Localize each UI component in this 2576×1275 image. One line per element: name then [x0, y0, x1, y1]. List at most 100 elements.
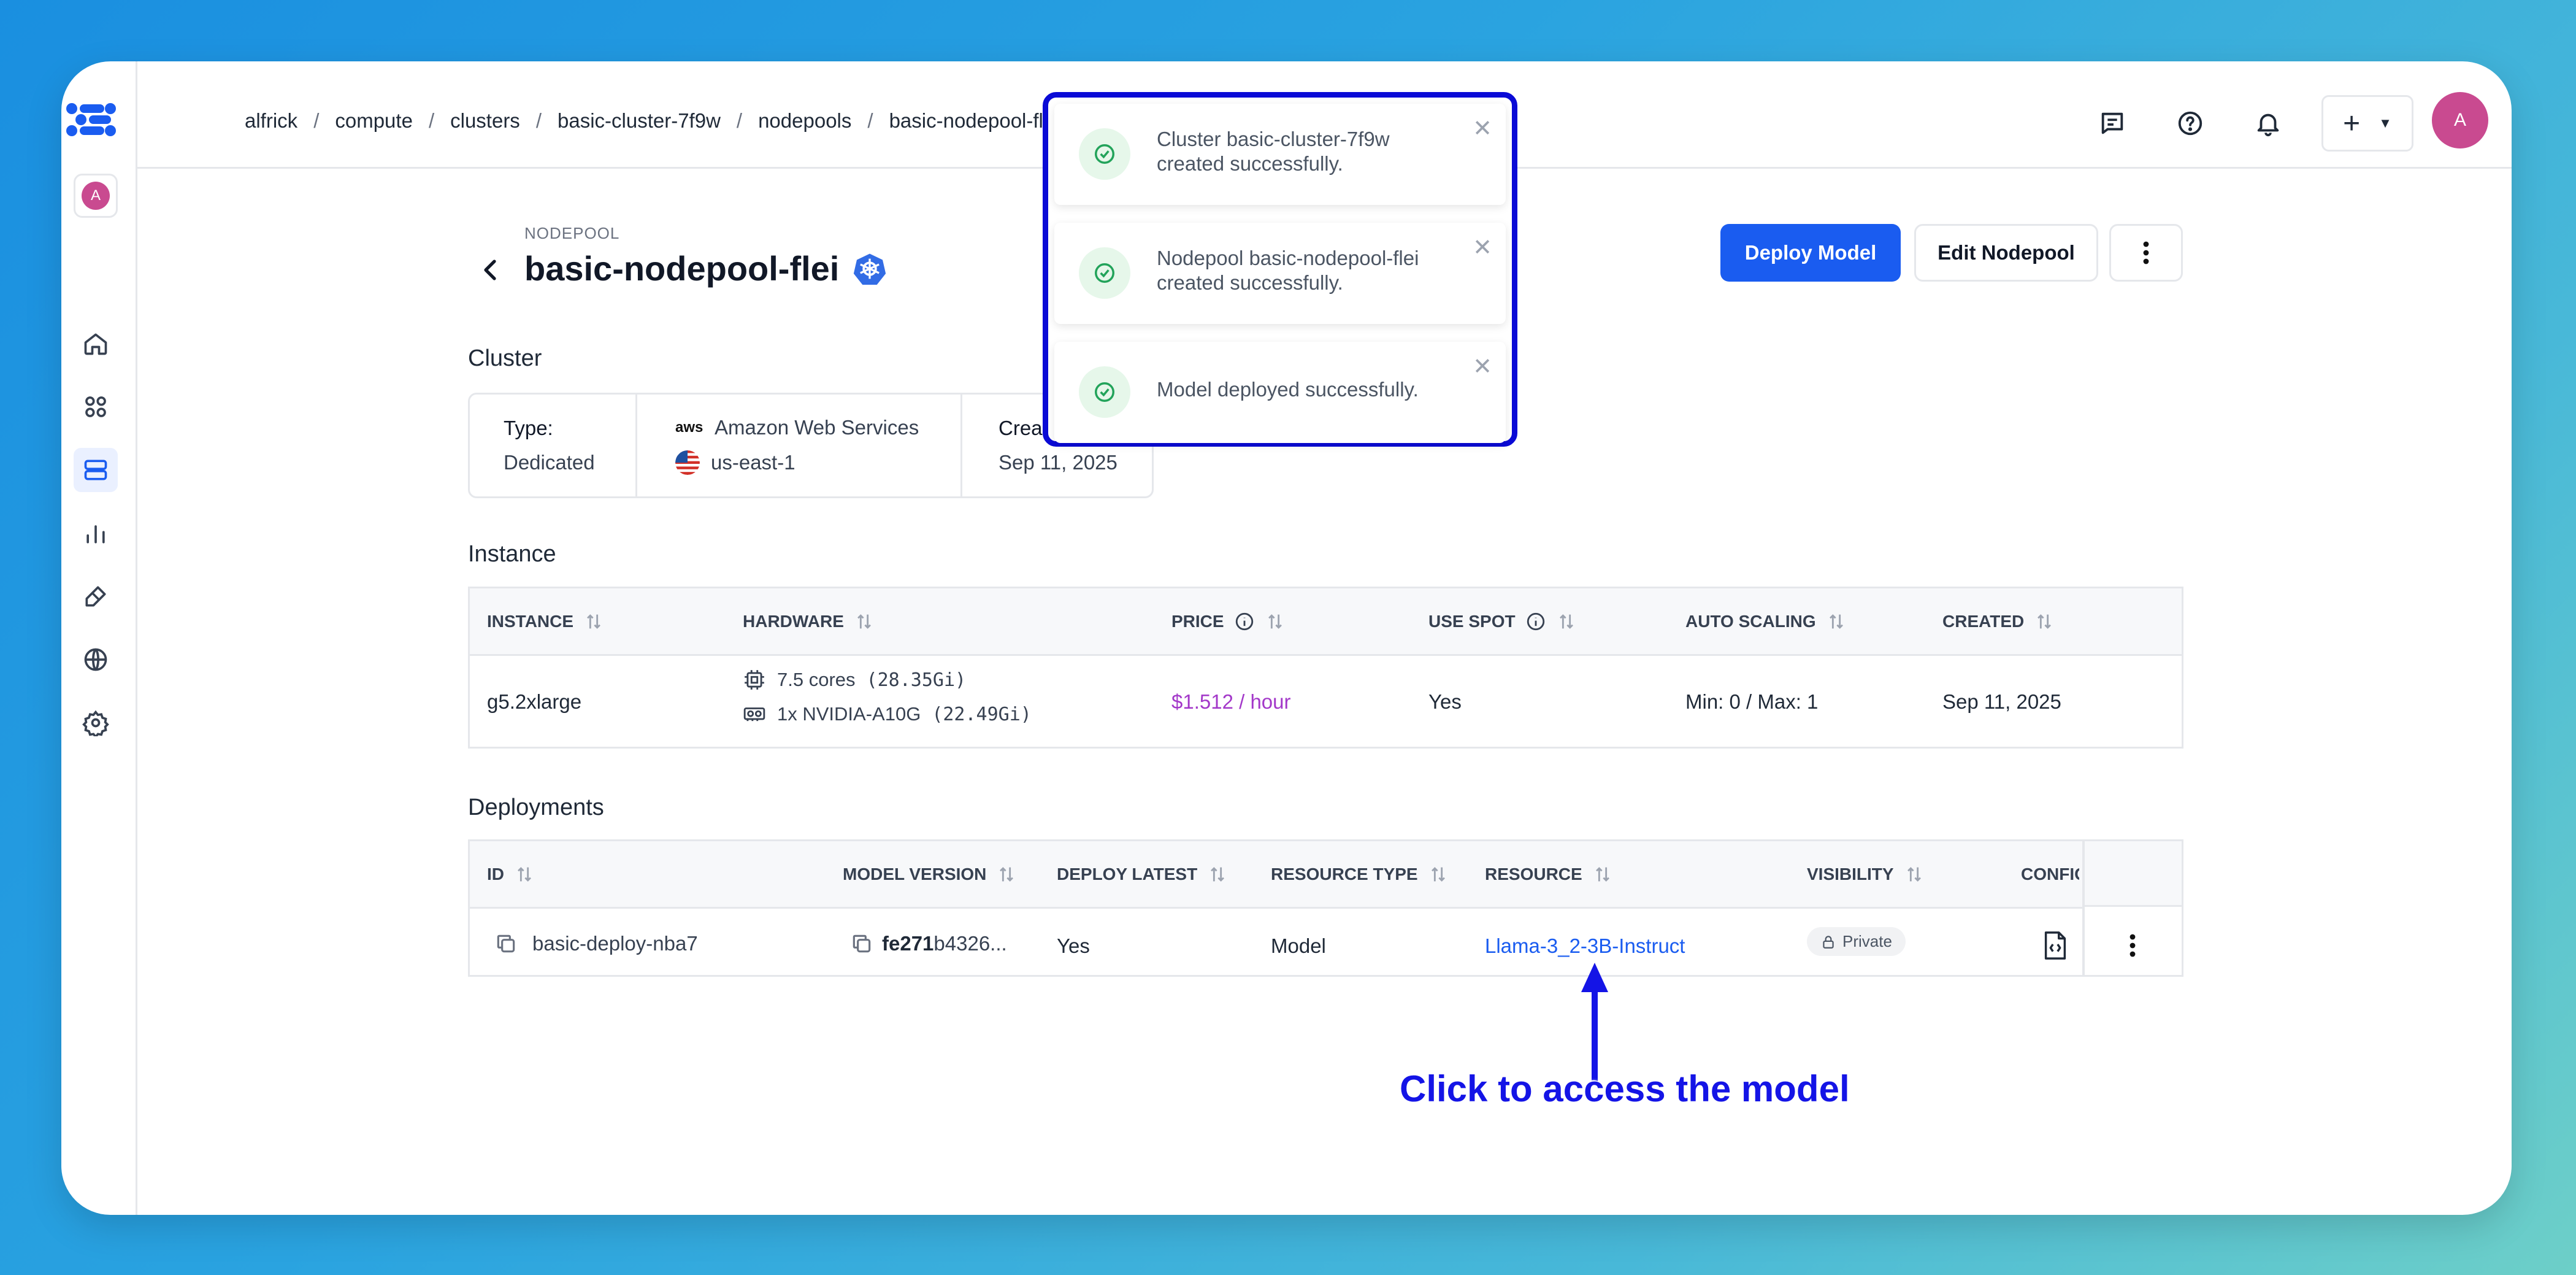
column-header-hardware[interactable]: HARDWARE — [743, 588, 875, 654]
us-flag-icon — [675, 450, 700, 475]
model-version-prefix: fe271 — [882, 932, 934, 955]
use-spot-value: Yes — [1428, 690, 1462, 713]
user-initial: A — [2453, 110, 2466, 130]
column-header-instance[interactable]: INSTANCE — [487, 588, 604, 654]
breadcrumb-cluster[interactable]: basic-cluster-7f9w — [558, 109, 721, 133]
column-header-config[interactable]: CONFIG — [2021, 841, 2079, 907]
resource-model-link[interactable]: Llama-3_2-3B-Instruct — [1485, 934, 1685, 958]
success-check-icon — [1079, 366, 1130, 418]
column-header-deploy-latest[interactable]: DEPLOY LATEST — [1057, 841, 1228, 907]
nav-settings-gear-icon[interactable] — [74, 701, 118, 745]
edit-nodepool-button[interactable]: Edit Nodepool — [1914, 224, 2098, 282]
instance-price: $1.512 / hour — [1171, 690, 1291, 713]
info-icon — [1527, 612, 1544, 630]
cpu-memory: (28.35Gi) — [866, 669, 967, 691]
cluster-type: Type: Dedicated — [504, 395, 595, 496]
config-file-icon[interactable] — [2042, 930, 2069, 961]
column-header-resource-type[interactable]: RESOURCE TYPE — [1271, 841, 1449, 907]
notifications-bell-icon[interactable] — [2248, 104, 2288, 143]
nav-usage-chart-icon[interactable] — [74, 511, 118, 555]
sort-icon — [587, 614, 600, 629]
clarifai-logo-icon[interactable] — [63, 95, 118, 144]
nav-apps-icon[interactable] — [74, 385, 118, 429]
visibility-value: Private — [1807, 927, 1906, 956]
region-name: us-east-1 — [711, 451, 795, 474]
hardware-gpu: 1x NVIDIA-A10G (22.49Gi) — [743, 703, 1032, 726]
auto-scaling-value: Min: 0 / Max: 1 — [1685, 690, 1819, 713]
user-avatar[interactable]: A — [2432, 92, 2488, 148]
feedback-icon[interactable] — [2093, 104, 2132, 143]
toast-message: Nodepool basic-nodepool-flei created suc… — [1157, 247, 1419, 294]
column-header-auto-scaling[interactable]: AUTO SCALING — [1685, 588, 1847, 654]
close-icon[interactable]: ✕ — [1473, 353, 1492, 380]
close-icon[interactable]: ✕ — [1473, 234, 1492, 261]
deployment-id-text: basic-deploy-nba7 — [532, 932, 698, 955]
copy-icon[interactable] — [850, 932, 873, 955]
instance-table: INSTANCE HARDWARE PRICE USE SPOT AUTO SC… — [468, 587, 2183, 749]
nav-compute-icon[interactable] — [74, 448, 118, 492]
page-title: basic-nodepool-flei — [524, 248, 887, 288]
sort-icon — [1268, 614, 1282, 629]
top-actions: + ▼ — [2054, 95, 2413, 152]
nav-home-icon[interactable] — [74, 322, 118, 366]
column-header-created[interactable]: CREATED — [1942, 588, 2055, 654]
model-version-suffix: b4326... — [933, 932, 1007, 955]
annotation-arrow-icon — [1581, 963, 1608, 1083]
workspace-avatar[interactable]: A — [74, 174, 118, 218]
sort-icon — [1559, 614, 1573, 629]
column-header-id[interactable]: ID — [487, 841, 535, 907]
breadcrumb-compute[interactable]: compute — [335, 109, 413, 133]
lock-icon — [1823, 935, 1834, 949]
breadcrumb-separator: / — [535, 109, 542, 132]
sort-icon — [1829, 614, 1843, 629]
deploy-model-button[interactable]: Deploy Model — [1720, 224, 1901, 282]
cluster-section-title: Cluster — [468, 345, 542, 371]
toast-notification: Cluster basic-cluster-7f9w created succe… — [1054, 104, 1506, 205]
back-arrow-icon[interactable] — [478, 255, 503, 285]
visibility-badge: Private — [1807, 927, 1906, 956]
more-options-icon[interactable] — [2109, 224, 2183, 282]
breadcrumb-nodepool: basic-nodepool-flei — [889, 109, 1059, 132]
aws-logo-icon: aws — [675, 419, 703, 436]
copy-icon[interactable] — [494, 932, 518, 955]
toast-notification: Model deployed successfully. ✕ — [1054, 342, 1506, 443]
breadcrumb-org[interactable]: alfrick — [245, 109, 297, 133]
gpu-name: 1x NVIDIA-A10G — [777, 703, 921, 725]
breadcrumb-clusters[interactable]: clusters — [450, 109, 520, 133]
breadcrumb-nodepools[interactable]: nodepools — [758, 109, 851, 133]
breadcrumb-separator: / — [313, 109, 320, 132]
deploy-latest-value: Yes — [1057, 934, 1090, 957]
visibility-text: Private — [1842, 932, 1892, 950]
hardware-cpu: 7.5 cores (28.35Gi) — [743, 668, 966, 691]
help-icon[interactable] — [2171, 104, 2210, 143]
sort-icon — [1907, 866, 1921, 882]
toast-message: Model deployed successfully. — [1157, 378, 1419, 401]
column-header-visibility[interactable]: VISIBILITY — [1807, 841, 1925, 907]
breadcrumb-separator: / — [428, 109, 435, 132]
sort-icon — [2037, 614, 2052, 629]
sort-icon — [518, 866, 531, 882]
info-icon — [1235, 612, 1253, 630]
nav-tools-icon[interactable] — [74, 574, 118, 618]
cluster-type-label: Type: — [504, 417, 553, 439]
divider — [635, 395, 637, 496]
add-new-button[interactable]: + ▼ — [2321, 95, 2413, 152]
gpu-memory: (22.49Gi) — [932, 703, 1032, 725]
column-header-use-spot[interactable]: USE SPOT — [1428, 588, 1577, 654]
toast-message: Cluster basic-cluster-7f9w created succe… — [1157, 128, 1390, 175]
column-header-resource[interactable]: RESOURCE — [1485, 841, 1613, 907]
column-header-price[interactable]: PRICE — [1171, 588, 1286, 654]
row-more-options-icon[interactable] — [2129, 933, 2136, 961]
close-icon[interactable]: ✕ — [1473, 115, 1492, 142]
deployment-id: basic-deploy-nba7 — [494, 932, 698, 955]
divider — [960, 395, 962, 496]
created-value: Sep 11, 2025 — [999, 451, 1117, 474]
provider-name: Amazon Web Services — [715, 416, 919, 439]
table-header: INSTANCE HARDWARE PRICE USE SPOT AUTO SC… — [470, 588, 2182, 656]
instance-created: Sep 11, 2025 — [1942, 690, 2061, 713]
nav-globe-icon[interactable] — [74, 638, 118, 682]
breadcrumb: alfrick / compute / clusters / basic-clu… — [245, 109, 1098, 133]
column-header-model-version[interactable]: MODEL VERSION — [843, 841, 1017, 907]
kubernetes-icon — [854, 253, 886, 285]
instance-type: g5.2xlarge — [487, 690, 582, 713]
